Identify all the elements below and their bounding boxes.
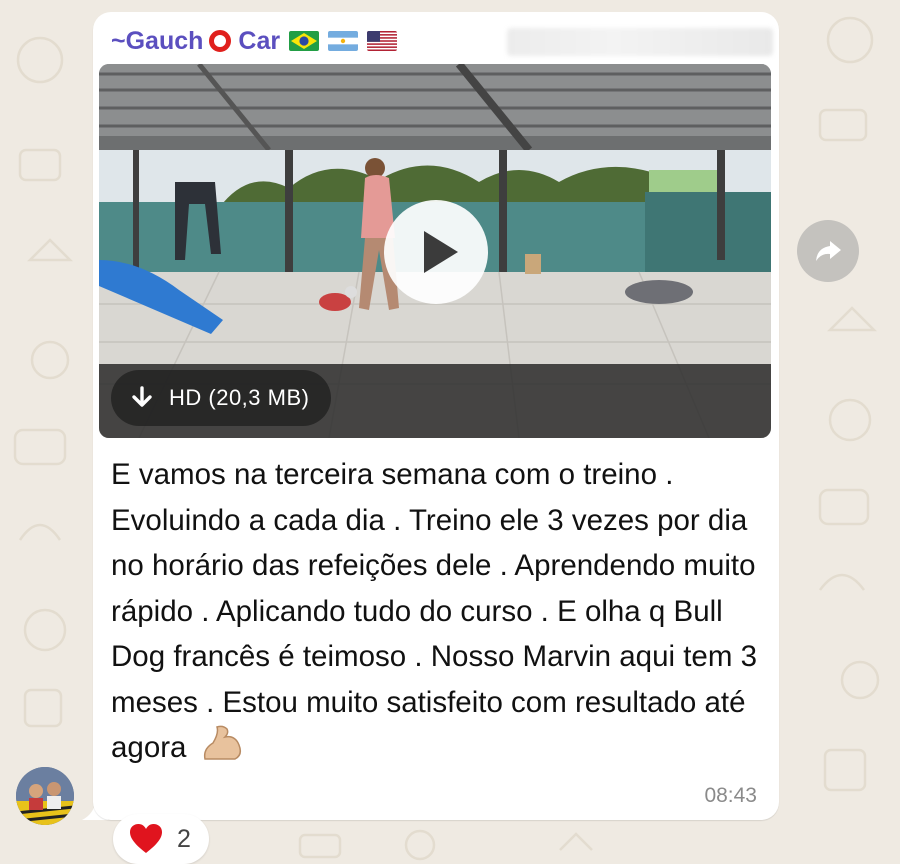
message-bubble[interactable]: ~Gauch Car HD (20,3 MB) E vamos na terce… [93, 12, 779, 820]
sender-avatar[interactable] [16, 767, 74, 825]
sender-name[interactable]: ~Gauch Car [111, 26, 398, 56]
message-body: E vamos na terceira semana com o treino … [111, 458, 758, 764]
message-text: E vamos na terceira semana com o treino … [111, 452, 771, 771]
usa-flag-icon [367, 31, 398, 51]
brazil-flag-icon [289, 31, 320, 51]
forward-button[interactable] [797, 220, 859, 282]
redacted-phone-number [507, 28, 773, 56]
reaction-count: 2 [177, 824, 191, 853]
play-button[interactable] [384, 200, 488, 304]
sender-name-prefix: ~Gauch [111, 26, 204, 55]
argentina-flag-icon [328, 31, 359, 51]
reaction-pill[interactable]: 2 [113, 814, 209, 864]
red-heart-icon [130, 824, 162, 853]
message-timestamp: 08:43 [704, 784, 757, 807]
red-circle-icon [209, 30, 232, 52]
video-thumbnail[interactable]: HD (20,3 MB) [99, 64, 771, 438]
download-hd-button[interactable]: HD (20,3 MB) [111, 370, 332, 426]
flexed-biceps-icon [203, 725, 241, 760]
download-size-label: HD (20,3 MB) [169, 385, 310, 410]
download-arrow-icon [132, 386, 152, 407]
play-icon [424, 231, 458, 273]
forward-arrow-icon [816, 241, 841, 261]
sender-name-suffix: Car [238, 26, 281, 55]
